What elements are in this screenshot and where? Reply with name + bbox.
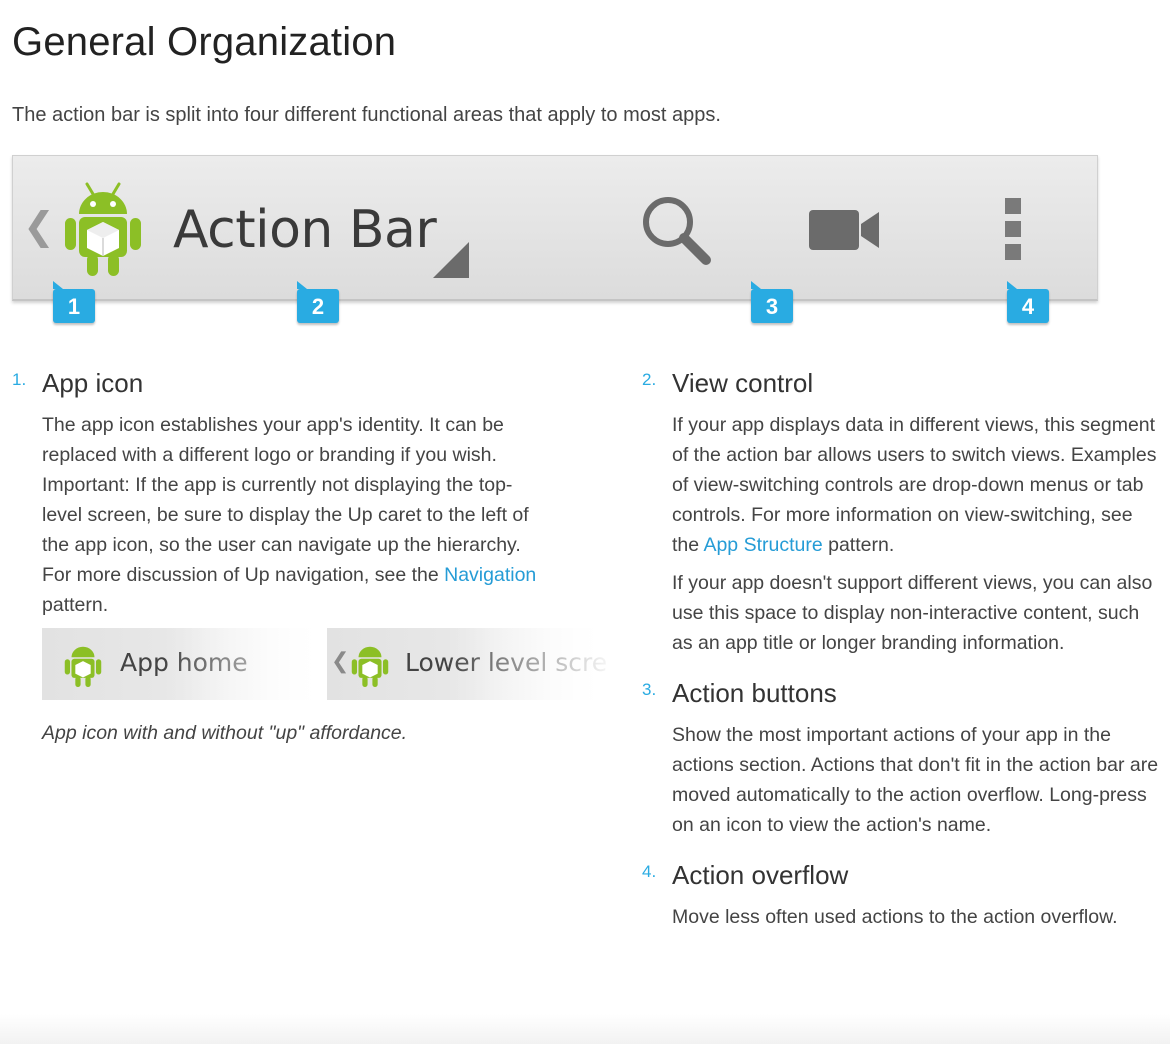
search-icon bbox=[643, 197, 711, 265]
item-number: 1. bbox=[12, 370, 27, 389]
item-action-buttons: 3. Action buttons Show the most importan… bbox=[642, 676, 1162, 840]
marker-4: 4 bbox=[1007, 281, 1049, 323]
action-bar: ❮ Action Bar bbox=[12, 155, 1098, 301]
fade-overlay bbox=[164, 628, 324, 700]
item-body: The app icon establishes your app's iden… bbox=[42, 414, 537, 616]
thumbnail-lower-level: ❮ Lower level screen bbox=[327, 628, 607, 700]
right-column: 2. View control If your app displays dat… bbox=[642, 366, 1162, 950]
page-title: General Organization bbox=[12, 20, 397, 64]
video-camera-icon bbox=[809, 210, 879, 250]
fade-overlay bbox=[447, 628, 607, 700]
app-icon-thumbnails: App home ❮ Lower level screen bbox=[42, 628, 607, 700]
overflow-menu-icon bbox=[1005, 198, 1021, 260]
item-title: View control bbox=[672, 368, 814, 398]
navigation-link[interactable]: Navigation bbox=[444, 564, 536, 586]
item-body: Move less often used actions to the acti… bbox=[672, 906, 1118, 928]
marker-1: 1 bbox=[53, 281, 95, 323]
dropdown-triangle-icon bbox=[433, 242, 469, 278]
android-app-icon bbox=[65, 182, 141, 276]
item-body: If your app displays data in different v… bbox=[672, 414, 1157, 556]
item-title: Action overflow bbox=[672, 860, 849, 890]
android-app-icon-small bbox=[351, 646, 389, 688]
item-action-overflow: 4. Action overflow Move less often used … bbox=[642, 858, 1162, 932]
intro-text: The action bar is split into four differ… bbox=[12, 104, 721, 126]
item-body-secondary: If your app doesn't support different vi… bbox=[672, 572, 1153, 654]
item-title: Action buttons bbox=[672, 678, 837, 708]
action-bar-figure: ❮ Action Bar 1 2 3 4 bbox=[12, 155, 1098, 327]
action-bar-title: Action Bar bbox=[173, 200, 437, 260]
marker-2: 2 bbox=[297, 281, 339, 323]
item-app-icon: 1. App icon The app icon establishes you… bbox=[12, 366, 607, 745]
bottom-shade bbox=[0, 1014, 1170, 1044]
figure-caption: App icon with and without "up" affordanc… bbox=[42, 722, 408, 744]
item-number: 4. bbox=[642, 862, 657, 881]
item-body: Show the most important actions of your … bbox=[672, 724, 1159, 836]
thumbnail-app-home: App home bbox=[42, 628, 324, 700]
android-app-icon-small bbox=[64, 646, 102, 688]
item-view-control: 2. View control If your app displays dat… bbox=[642, 366, 1162, 658]
item-title: App icon bbox=[42, 368, 144, 398]
item-number: 2. bbox=[642, 370, 657, 389]
item-number: 3. bbox=[642, 680, 657, 699]
left-column: 1. App icon The app icon establishes you… bbox=[12, 366, 607, 763]
up-caret-icon: ❮ bbox=[23, 206, 55, 248]
marker-3: 3 bbox=[751, 281, 793, 323]
app-structure-link[interactable]: App Structure bbox=[703, 534, 822, 556]
